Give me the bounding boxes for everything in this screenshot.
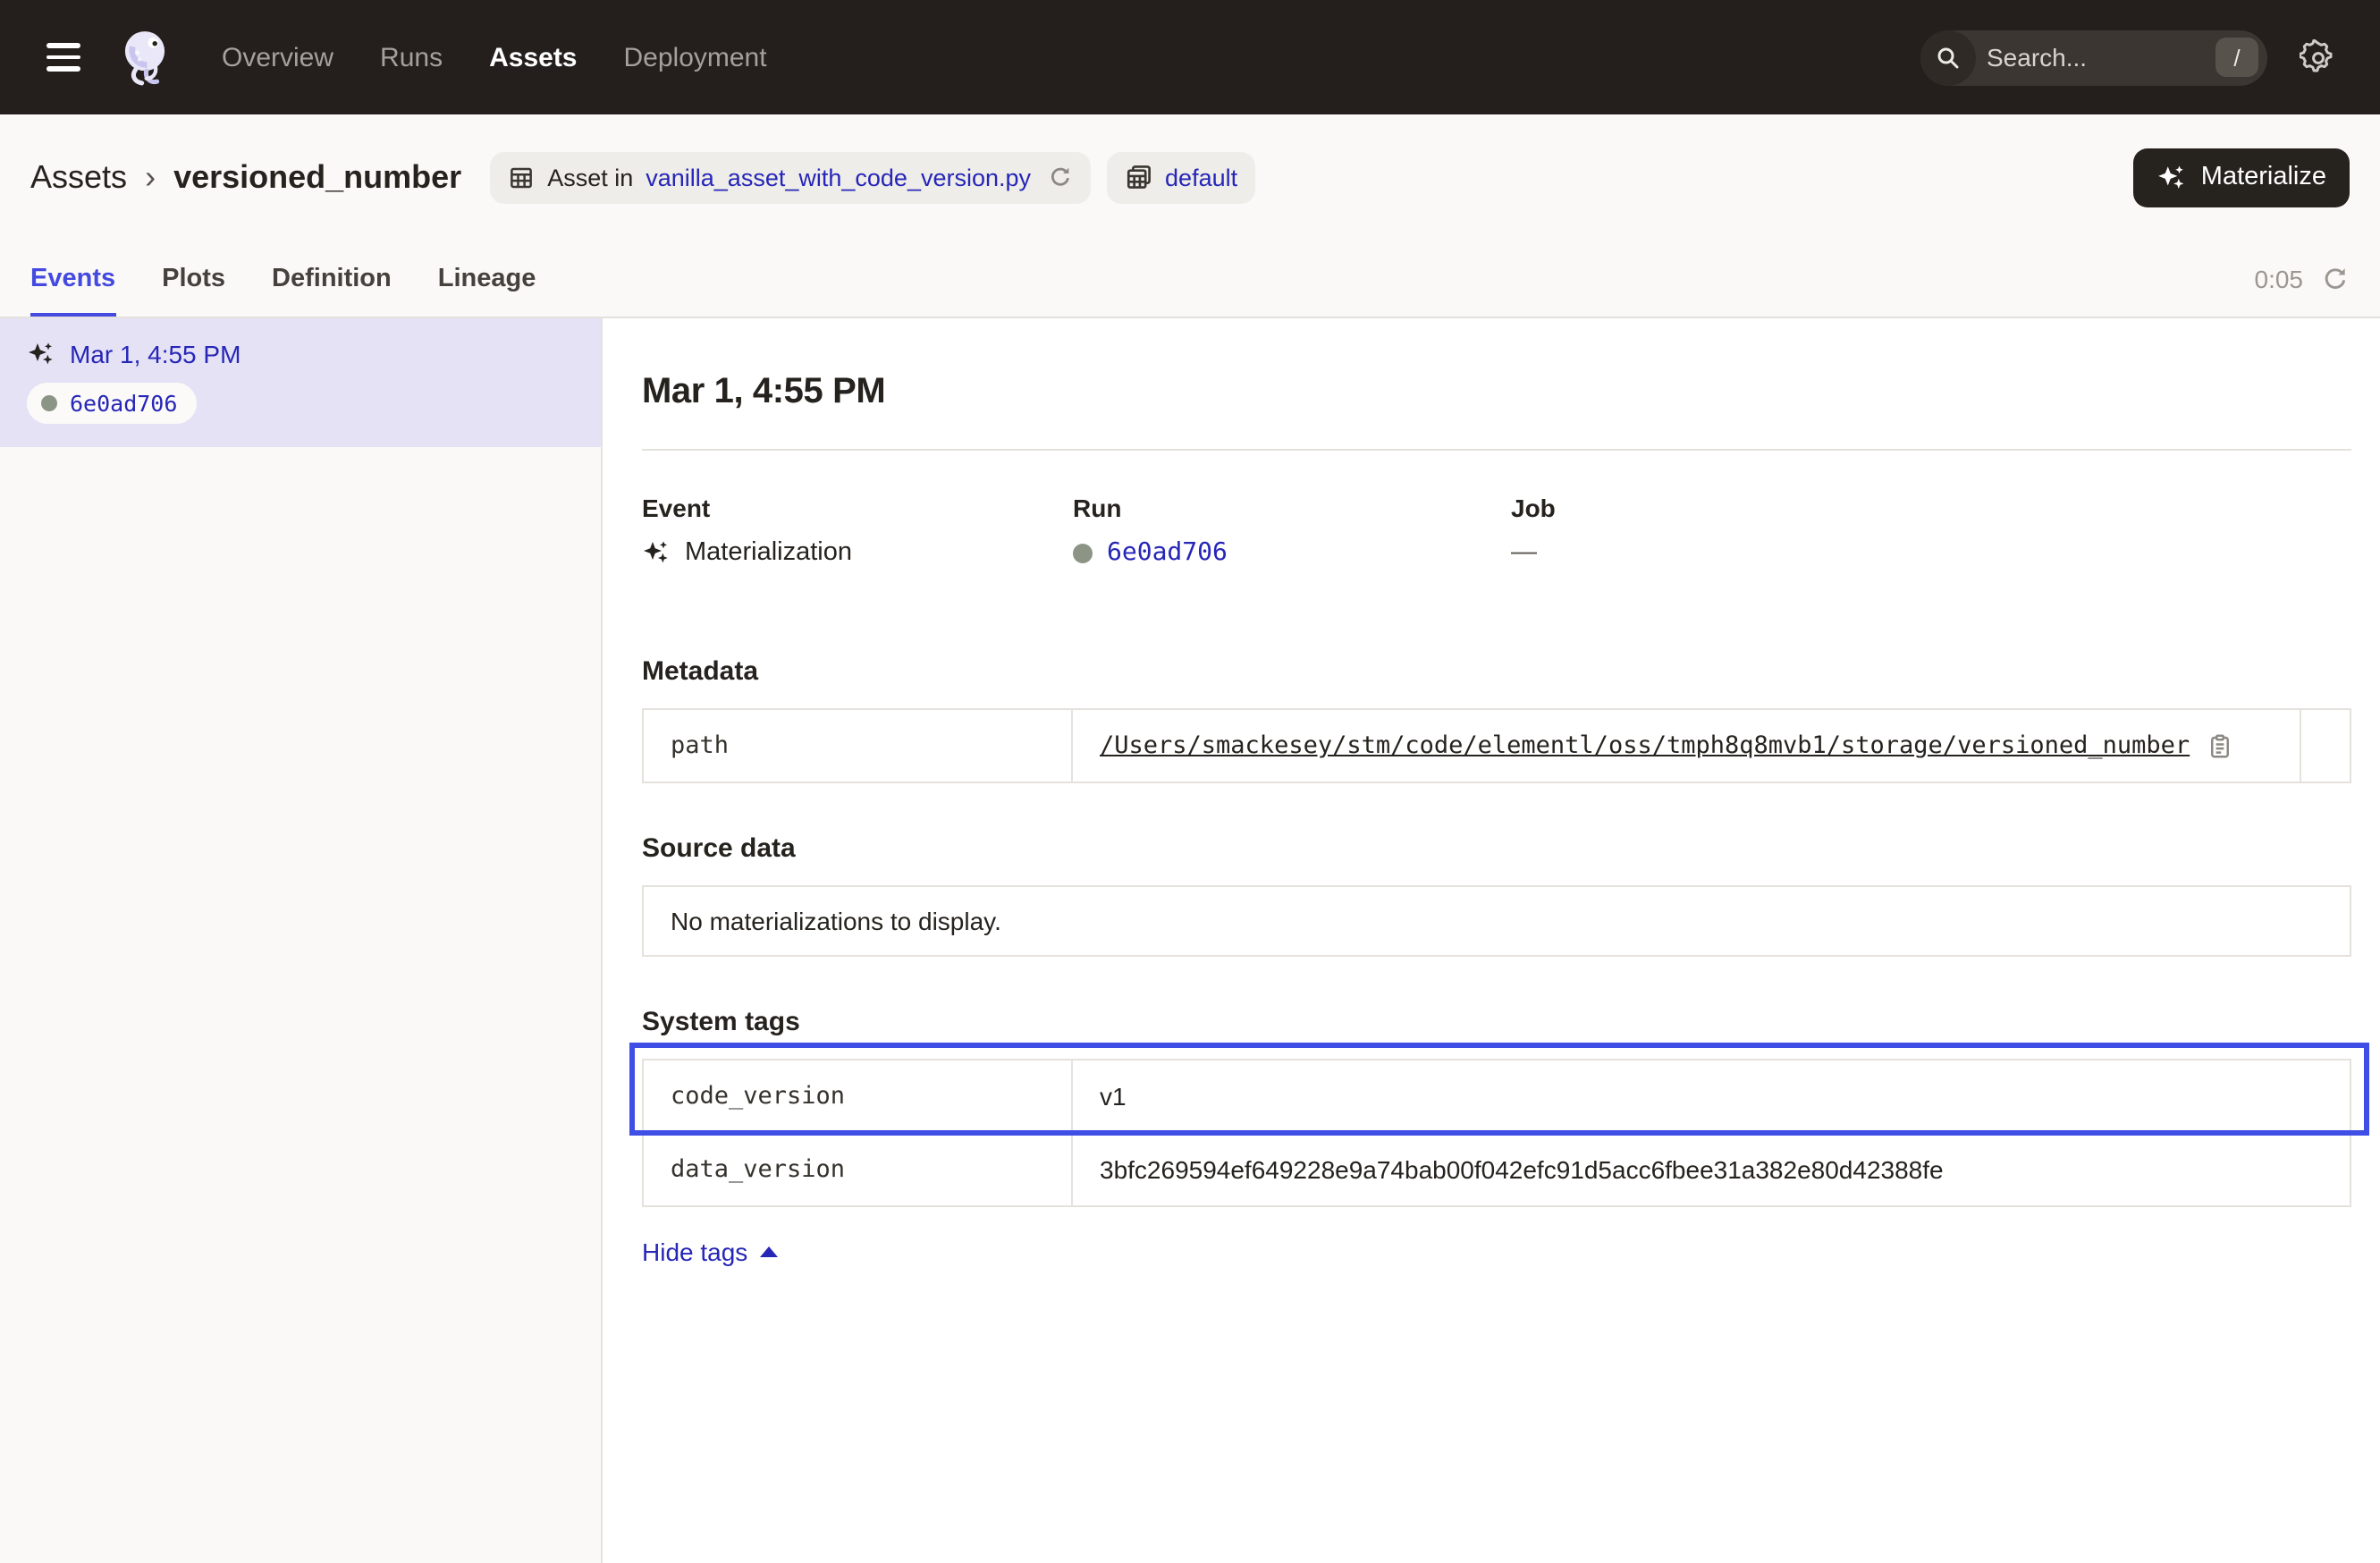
- nav-links: Overview Runs Assets Deployment: [222, 42, 767, 72]
- run-column-label: Run: [1073, 494, 1511, 522]
- source-data-empty-message: No materializations to display.: [642, 885, 2351, 957]
- materialization-sparkle-icon: [642, 538, 671, 567]
- nav-item-runs[interactable]: Runs: [380, 42, 443, 72]
- breadcrumb-separator: ›: [145, 158, 156, 196]
- page-header: Assets › versioned_number Asset in vanil…: [0, 114, 2380, 240]
- table-icon: [508, 164, 535, 190]
- refresh-countdown: 0:05: [2255, 264, 2304, 292]
- asset-chip-prefix: Asset in: [547, 164, 633, 190]
- table-row: data_version 3bfc269594ef649228e9a74bab0…: [644, 1132, 2350, 1205]
- repo-chip-label[interactable]: default: [1165, 164, 1237, 190]
- hide-tags-link[interactable]: Hide tags: [642, 1238, 778, 1266]
- system-tags-heading: System tags: [642, 1007, 2351, 1037]
- metadata-path-link[interactable]: /Users/smackesey/stm/code/elementl/oss/t…: [1100, 731, 2190, 760]
- sparkle-icon: [2156, 162, 2187, 192]
- app-root: Overview Runs Assets Deployment / Assets…: [0, 0, 2380, 1563]
- metadata-table: path /Users/smackesey/stm/code/elementl/…: [642, 708, 2351, 783]
- metadata-heading: Metadata: [642, 656, 2351, 687]
- search-bar[interactable]: /: [1920, 30, 2267, 85]
- asset-file-link[interactable]: vanilla_asset_with_code_version.py: [646, 164, 1031, 190]
- materialize-label: Materialize: [2201, 163, 2326, 191]
- refresh-timer: 0:05: [2255, 264, 2350, 292]
- run-status-dot: [41, 395, 57, 411]
- run-id-chip[interactable]: 6e0ad706: [27, 383, 197, 424]
- job-value: —: [1511, 538, 1556, 567]
- asset-definition-chip[interactable]: Asset in vanilla_asset_with_code_version…: [490, 151, 1090, 203]
- event-list-sidebar: Mar 1, 4:55 PM 6e0ad706: [0, 318, 603, 1563]
- dagster-logo-icon[interactable]: [114, 27, 175, 88]
- caret-up-icon: [760, 1246, 778, 1257]
- tab-events[interactable]: Events: [30, 240, 115, 317]
- nav-item-overview[interactable]: Overview: [222, 42, 333, 72]
- tab-lineage[interactable]: Lineage: [438, 240, 536, 317]
- tab-definition[interactable]: Definition: [272, 240, 392, 317]
- refresh-icon[interactable]: [2321, 264, 2350, 292]
- event-detail-title: Mar 1, 4:55 PM: [642, 372, 2351, 413]
- event-column-label: Event: [642, 494, 1073, 522]
- event-detail-panel: Mar 1, 4:55 PM Event Materialization: [603, 318, 2380, 1563]
- top-nav: Overview Runs Assets Deployment /: [0, 0, 2380, 114]
- tag-value: 3bfc269594ef649228e9a74bab00f042efc91d5a…: [1073, 1134, 2350, 1205]
- page-title: versioned_number: [173, 158, 461, 196]
- event-list-item-selected[interactable]: Mar 1, 4:55 PM 6e0ad706: [0, 318, 601, 447]
- tag-key: data_version: [644, 1134, 1073, 1205]
- event-type-value: Materialization: [685, 538, 852, 567]
- run-id-chip-label: 6e0ad706: [70, 390, 177, 417]
- search-input[interactable]: [1976, 43, 2215, 72]
- breadcrumb-assets[interactable]: Assets: [30, 158, 127, 196]
- run-status-dot: [1073, 543, 1093, 562]
- search-shortcut-badge: /: [2215, 38, 2258, 77]
- reload-definition-icon[interactable]: [1047, 165, 1072, 190]
- repo-icon: [1124, 163, 1152, 191]
- nav-item-deployment[interactable]: Deployment: [624, 42, 767, 72]
- table-row: code_version v1: [644, 1060, 2350, 1132]
- event-timestamp-link[interactable]: Mar 1, 4:55 PM: [70, 340, 241, 368]
- tab-plots[interactable]: Plots: [162, 240, 225, 317]
- tag-value: v1: [1073, 1060, 2350, 1132]
- job-column-label: Job: [1511, 494, 1556, 522]
- tabs-row: Events Plots Definition Lineage 0:05: [0, 240, 2380, 318]
- system-tags-table: code_version v1 data_version 3bfc269594e…: [642, 1059, 2351, 1207]
- nav-item-assets[interactable]: Assets: [489, 42, 577, 72]
- source-data-heading: Source data: [642, 833, 2351, 864]
- tag-key: code_version: [644, 1060, 1073, 1132]
- materialize-button[interactable]: Materialize: [2133, 148, 2350, 207]
- metadata-key: path: [644, 710, 1073, 782]
- run-id-link[interactable]: 6e0ad706: [1107, 538, 1228, 567]
- search-icon: [1920, 30, 1976, 85]
- materialization-sparkle-icon: [27, 340, 55, 368]
- divider: [642, 449, 2351, 451]
- table-row: path /Users/smackesey/stm/code/elementl/…: [644, 710, 2350, 782]
- repo-chip[interactable]: default: [1106, 151, 1255, 203]
- settings-gear-icon[interactable]: [2300, 38, 2337, 76]
- table-action-stub: [2300, 710, 2355, 782]
- copy-icon[interactable]: [2206, 732, 2232, 759]
- header-chips: Asset in vanilla_asset_with_code_version…: [490, 151, 1255, 203]
- hamburger-menu-icon[interactable]: [43, 36, 84, 79]
- hide-tags-label: Hide tags: [642, 1238, 747, 1266]
